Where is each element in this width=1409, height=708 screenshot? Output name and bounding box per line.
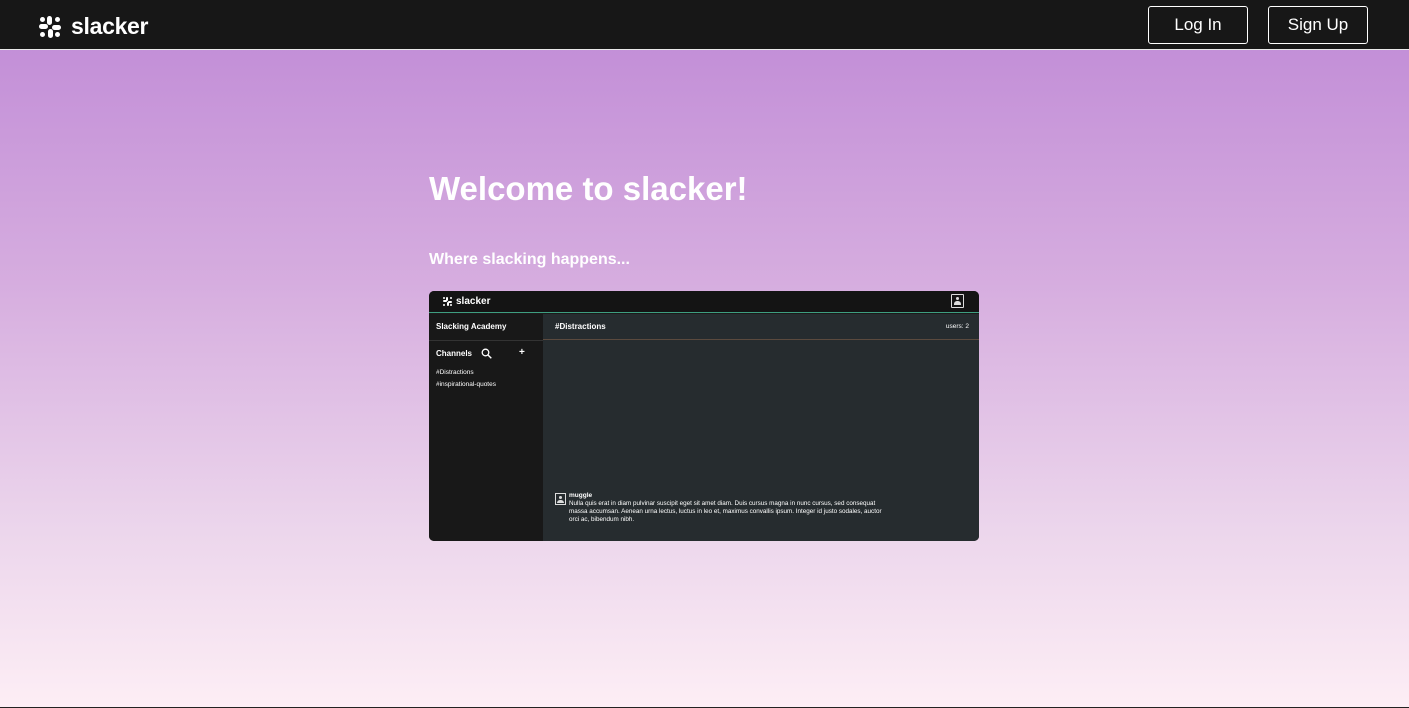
- preview-user-icon: [951, 294, 964, 308]
- login-button[interactable]: Log In: [1148, 6, 1248, 44]
- brand-name: slacker: [71, 13, 149, 39]
- slack-hash-icon: [39, 15, 61, 38]
- preview-active-channel: #Distractions: [555, 322, 606, 331]
- preview-brand: slacker: [443, 296, 490, 307]
- preview-channel-item: #inspirational-quotes: [436, 381, 496, 388]
- preview-brand-name: slacker: [456, 296, 491, 307]
- preview-slack-hash-icon: [443, 297, 452, 306]
- preview-channels-heading: Channels: [436, 349, 473, 358]
- preview-avatar-icon: [555, 493, 566, 505]
- preview-sidebar-divider: [429, 340, 543, 341]
- brand-logo[interactable]: slacker: [39, 13, 149, 40]
- preview-search-icon: [481, 348, 492, 359]
- preview-sidebar: Slacking Academy Channels + #Distraction…: [429, 314, 543, 541]
- preview-main-panel: #Distractions users: 2 muggle Nulla quis…: [543, 314, 979, 541]
- hero-subtitle: Where slacking happens...: [429, 251, 630, 268]
- preview-users-count: users: 2: [945, 323, 969, 330]
- hero-title: Welcome to slacker!: [429, 170, 748, 207]
- preview-add-icon: +: [519, 347, 525, 358]
- preview-channel-item: #Distractions: [436, 369, 474, 376]
- signup-button[interactable]: Sign Up: [1268, 6, 1368, 44]
- app-preview-image: slacker Slacking Academy Channels + #Dis…: [429, 291, 979, 541]
- preview-header-divider: [543, 339, 979, 340]
- preview-message-text: Nulla quis erat in diam pulvinar suscipi…: [569, 500, 882, 523]
- preview-message-author: muggle: [569, 492, 593, 499]
- preview-workspace-name: Slacking Academy: [436, 322, 507, 331]
- preview-topbar: slacker: [429, 291, 979, 313]
- top-navbar: slacker Log In Sign Up: [0, 0, 1409, 50]
